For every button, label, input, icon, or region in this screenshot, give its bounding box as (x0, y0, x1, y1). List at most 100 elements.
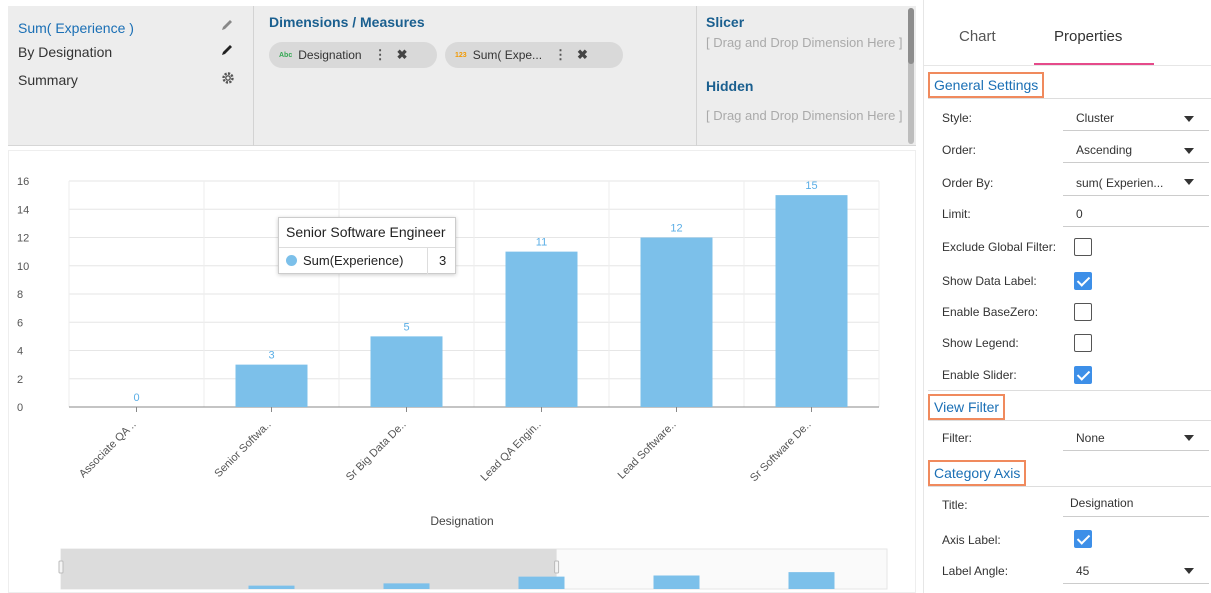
x-tick-label: Senior Softwa.. (212, 419, 273, 480)
dimensions-measures-section: Dimensions / Measures Abc Designation ⋮ … (255, 6, 697, 146)
general-settings-header[interactable]: General Settings (928, 72, 1045, 98)
divider (928, 390, 1211, 391)
more-options-icon[interactable]: ⋮ (374, 47, 387, 63)
slider-mini-bar (788, 572, 835, 589)
hidden-drop-zone[interactable]: [ Drag and Drop Dimension Here ] (706, 109, 906, 146)
x-tick-label: Sr Software De.. (748, 419, 814, 485)
pencil-icon[interactable] (220, 18, 234, 35)
divider (1063, 226, 1209, 227)
order-by-label: Order By: (942, 176, 994, 190)
label-angle-dropdown[interactable]: 45 (1076, 564, 1089, 578)
y-tick-label: 8 (17, 289, 23, 301)
filter-label: Filter: (942, 431, 972, 445)
more-options-icon[interactable]: ⋮ (554, 47, 567, 63)
x-tick-label: Sr Big Data De.. (344, 419, 409, 484)
close-icon[interactable]: ✖ (577, 47, 588, 63)
bar (505, 251, 578, 407)
slider-selection (61, 549, 557, 589)
bar-chart: 02468101214160Associate QA ..3Senior Sof… (17, 176, 888, 590)
divider (1063, 583, 1209, 584)
slider-mini-bar (653, 575, 700, 589)
y-tick-label: 14 (17, 204, 29, 216)
slider-handle-right (554, 560, 560, 574)
divider (928, 486, 1211, 487)
slicer-drop-zone[interactable]: [ Drag and Drop Dimension Here ] (706, 36, 906, 74)
y-tick-label: 6 (17, 317, 23, 329)
x-tick-label: Lead Software.. (616, 419, 679, 482)
y-tick-label: 10 (17, 261, 29, 273)
data-label: 12 (670, 223, 682, 235)
divider (1063, 195, 1209, 196)
enable-basezero-checkbox[interactable] (1074, 303, 1092, 321)
gear-icon[interactable] (220, 70, 236, 89)
chevron-down-icon[interactable] (1184, 435, 1194, 441)
series-color-dot (286, 255, 297, 266)
divider (1063, 162, 1209, 163)
tooltip-value: 3 (439, 253, 447, 268)
show-data-label-label: Show Data Label: (942, 274, 1037, 288)
list-item-by-designation[interactable]: By Designation (18, 44, 112, 60)
slider-mini-bar (383, 583, 430, 589)
exclude-global-filter-label: Exclude Global Filter: (942, 240, 1057, 254)
divider (1063, 130, 1209, 131)
y-tick-label: 4 (17, 346, 23, 358)
y-tick-label: 12 (17, 233, 29, 245)
scrollbar-thumb[interactable] (908, 8, 914, 64)
sum-experience-pill[interactable]: 123 Sum( Expe... ⋮ ✖ (445, 42, 623, 68)
x-axis-title: Designation (430, 514, 493, 528)
config-panel: Sum( Experience ) By Designation Summary… (8, 6, 916, 146)
hidden-title: Hidden (706, 78, 754, 94)
x-tick-label: Associate QA .. (77, 419, 139, 481)
filter-dropdown[interactable]: None (1076, 431, 1105, 445)
active-tab-indicator (1034, 63, 1154, 65)
tab-properties[interactable]: Properties (1054, 28, 1122, 45)
data-label: 3 (268, 350, 274, 362)
chart-list: Sum( Experience ) By Designation Summary (8, 6, 254, 146)
divider (1063, 516, 1209, 517)
list-item-summary[interactable]: Summary (18, 72, 78, 88)
axis-label-checkbox[interactable] (1074, 530, 1092, 548)
view-filter-header[interactable]: View Filter (928, 394, 1006, 420)
data-label: 15 (805, 180, 817, 192)
pill-label: Sum( Expe... (472, 48, 543, 62)
bar (370, 336, 443, 407)
chevron-down-icon[interactable] (1184, 179, 1194, 185)
properties-panel: Chart Properties General Settings Style:… (923, 0, 1211, 593)
panel-tabs: Chart Properties (924, 0, 1211, 66)
pill-label: Designation (298, 48, 362, 62)
chevron-down-icon[interactable] (1184, 116, 1194, 122)
chevron-down-icon[interactable] (1184, 148, 1194, 154)
chevron-down-icon[interactable] (1184, 568, 1194, 574)
style-dropdown[interactable]: Cluster (1076, 111, 1114, 125)
limit-input[interactable]: 0 (1076, 207, 1083, 221)
tab-chart[interactable]: Chart (959, 28, 996, 45)
designation-pill[interactable]: Abc Designation ⋮ ✖ (269, 42, 437, 68)
show-legend-checkbox[interactable] (1074, 334, 1092, 352)
list-item-sum-experience[interactable]: Sum( Experience ) (18, 20, 134, 36)
order-label: Order: (942, 143, 977, 157)
tooltip-divider (427, 247, 428, 274)
pencil-icon[interactable] (220, 43, 234, 60)
divider (928, 98, 1211, 99)
order-by-dropdown[interactable]: sum( Experien... (1076, 176, 1163, 190)
show-data-label-checkbox[interactable] (1074, 272, 1092, 290)
category-axis-header[interactable]: Category Axis (928, 460, 1027, 486)
slicer-section: Slicer [ Drag and Drop Dimension Here ] … (698, 6, 908, 146)
axis-title-input[interactable]: Designation (1070, 496, 1133, 510)
enable-slider-label: Enable Slider: (942, 368, 1017, 382)
style-label: Style: (942, 111, 973, 125)
slider-mini-bar (248, 585, 295, 589)
tooltip-title: Senior Software Engineer (286, 224, 446, 240)
enable-slider-checkbox[interactable] (1074, 366, 1092, 384)
x-tick-label: Lead QA Engin.. (478, 419, 543, 484)
divider (1063, 450, 1209, 451)
order-dropdown[interactable]: Ascending (1076, 143, 1132, 157)
close-icon[interactable]: ✖ (397, 47, 408, 63)
number-type-icon: 123 (455, 51, 467, 59)
exclude-global-filter-checkbox[interactable] (1074, 238, 1092, 256)
vertical-scrollbar[interactable] (908, 8, 914, 144)
axis-title-label: Title: (942, 498, 968, 512)
chart-tooltip: Senior Software Engineer Sum(Experience)… (278, 217, 456, 274)
limit-label: Limit: (942, 207, 971, 221)
string-type-icon: Abc (279, 51, 293, 59)
